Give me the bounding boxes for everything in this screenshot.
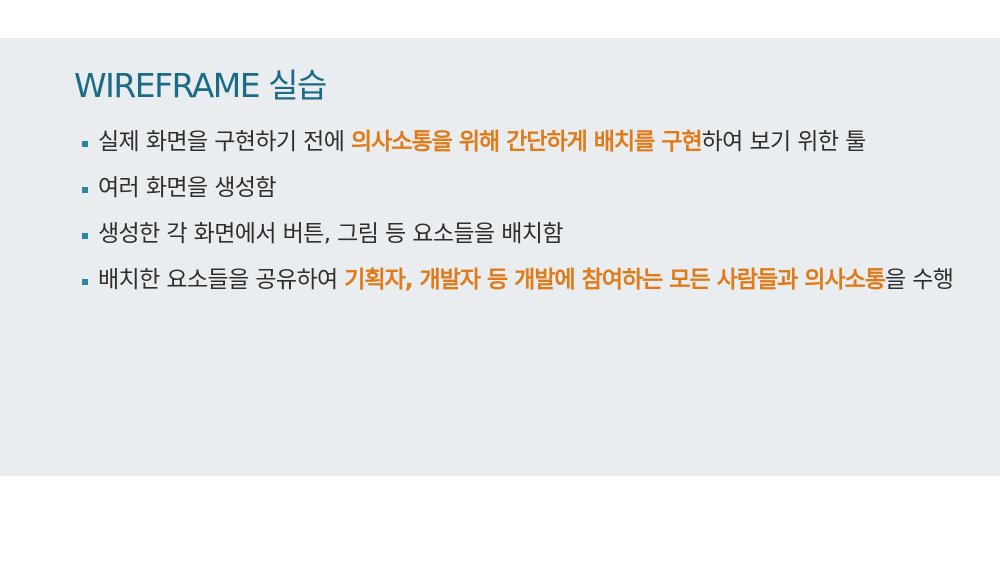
square-bullet-icon: [82, 141, 88, 147]
bullet-text: 실제 화면을 구현하기 전에: [98, 129, 352, 155]
highlight-text: 의사소통을 위해 간단하게 배치를 구현: [351, 129, 703, 155]
highlight-text: 기획자, 개발자 등 개발에 참여하는 모든 사람들과 의사소통: [344, 267, 886, 293]
bullet-text: 배치한 요소들을 공유하여: [98, 267, 345, 293]
square-bullet-icon: [82, 233, 88, 239]
bullet-item-2: 여러 화면을 생성함: [82, 172, 962, 205]
bullet-text: 하여 보기 위한 툴: [701, 129, 867, 155]
bullet-list: 실제 화면을 구현하기 전에 의사소통을 위해 간단하게 배치를 구현하여 보기…: [82, 126, 962, 310]
square-bullet-icon: [82, 187, 88, 193]
bullet-text: 여러 화면을 생성함: [98, 175, 277, 201]
bullet-text: 생성한 각 화면에서 버튼, 그림 등 요소들을 배치함: [98, 221, 563, 247]
bullet-text: 을 수행: [884, 267, 954, 293]
square-bullet-icon: [82, 279, 88, 285]
bullet-item-1: 실제 화면을 구현하기 전에 의사소통을 위해 간단하게 배치를 구현하여 보기…: [82, 126, 962, 159]
slide-panel: WIREFRAME 실습 실제 화면을 구현하기 전에 의사소통을 위해 간단하…: [0, 38, 1000, 476]
slide-title: WIREFRAME 실습: [74, 66, 327, 105]
bullet-item-4: 배치한 요소들을 공유하여 기획자, 개발자 등 개발에 참여하는 모든 사람들…: [82, 264, 962, 297]
bullet-item-3: 생성한 각 화면에서 버튼, 그림 등 요소들을 배치함: [82, 218, 962, 251]
